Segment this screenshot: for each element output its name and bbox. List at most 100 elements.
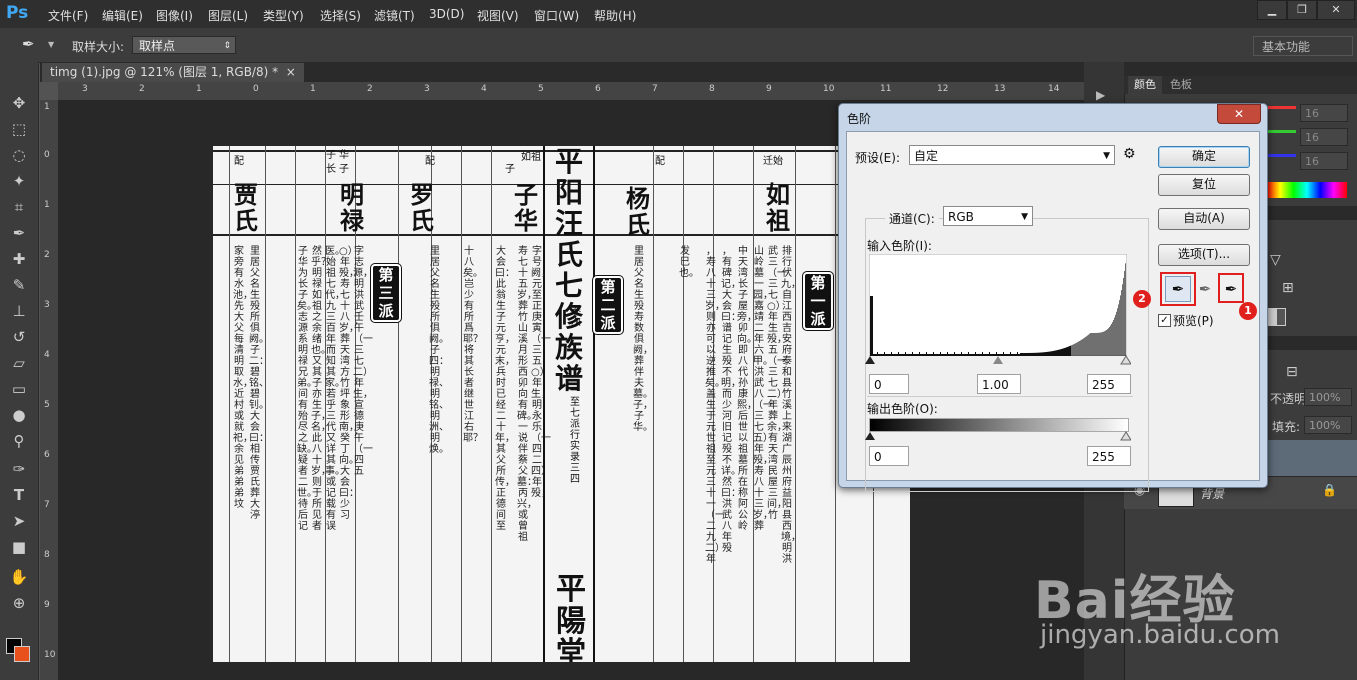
red-slider[interactable] bbox=[1268, 106, 1296, 109]
lasso-tool-icon[interactable]: ◌ bbox=[8, 144, 30, 166]
histogram-bar bbox=[1092, 332, 1093, 356]
opacity-field[interactable]: 100% bbox=[1304, 388, 1352, 406]
histogram-bar bbox=[1097, 332, 1098, 356]
green-slider[interactable] bbox=[1268, 130, 1296, 133]
magic-wand-tool-icon[interactable]: ✦ bbox=[8, 170, 30, 192]
small-label: 子 bbox=[505, 164, 515, 175]
document-tab[interactable]: timg (1).jpg @ 121% (图层 1, RGB/8) * × bbox=[42, 63, 304, 82]
output-white-field[interactable]: 255 bbox=[1087, 446, 1131, 466]
red-value-field[interactable]: 16 bbox=[1300, 104, 1348, 122]
badge-first-generation: 第一派 bbox=[802, 271, 834, 331]
menu-3d[interactable]: 3D(D) bbox=[429, 7, 464, 21]
filter-icon[interactable]: ⊟ bbox=[1286, 364, 1298, 380]
menu-file[interactable]: 文件(F) bbox=[48, 7, 88, 24]
ok-button[interactable]: 确定 bbox=[1158, 146, 1250, 168]
menu-help[interactable]: 帮助(H) bbox=[594, 7, 636, 24]
body-text: 排行伏九，自江西吉安府泰和县竹溪上来湖广辰州府益阳县西境，明洪 bbox=[781, 246, 801, 565]
type-tool-icon[interactable]: T bbox=[8, 484, 30, 506]
close-window-button[interactable]: ✕ bbox=[1317, 0, 1355, 20]
histogram-bar bbox=[1091, 332, 1092, 356]
input-white-field[interactable]: 255 bbox=[1087, 374, 1131, 394]
output-white-slider[interactable] bbox=[1120, 431, 1131, 441]
histogram-bar bbox=[1113, 320, 1114, 356]
divider bbox=[867, 396, 1133, 397]
tab-color[interactable]: 颜色 bbox=[1128, 76, 1162, 94]
triangle-icon[interactable]: ▽ bbox=[1270, 252, 1281, 268]
chevron-down-icon: ▼ bbox=[1021, 212, 1028, 222]
histogram-bar bbox=[1089, 333, 1090, 356]
blue-value-field[interactable]: 16 bbox=[1300, 152, 1348, 170]
color-spectrum[interactable] bbox=[1267, 182, 1347, 198]
small-label: 配 bbox=[655, 156, 665, 167]
divider bbox=[461, 146, 462, 662]
small-label: 迁始 bbox=[763, 156, 783, 167]
preset-select[interactable]: 自定 ▼ bbox=[909, 145, 1115, 165]
ruler-label: 1 bbox=[310, 84, 316, 94]
input-black-field[interactable]: 0 bbox=[869, 374, 909, 394]
marquee-tool-icon[interactable]: ⬚ bbox=[8, 118, 30, 140]
black-point-slider[interactable] bbox=[865, 356, 875, 364]
options-button[interactable]: 选项(T)... bbox=[1158, 244, 1250, 266]
gamma-slider[interactable] bbox=[993, 356, 1003, 364]
menu-layer[interactable]: 图层(L) bbox=[208, 7, 248, 24]
preview-checkbox[interactable]: ✓ bbox=[1158, 314, 1171, 327]
pen-tool-icon[interactable]: ✑ bbox=[8, 458, 30, 480]
histogram-bar bbox=[1120, 295, 1121, 356]
set-gray-point-eyedropper-icon[interactable]: ✒ bbox=[1193, 277, 1217, 301]
background-color-swatch[interactable] bbox=[14, 646, 30, 662]
histogram-bar bbox=[1102, 332, 1103, 356]
gradient-tool-icon[interactable]: ▭ bbox=[8, 378, 30, 400]
minimize-button[interactable]: ▁ bbox=[1257, 0, 1287, 20]
menu-image[interactable]: 图像(I) bbox=[156, 7, 193, 24]
auto-button[interactable]: 自动(A) bbox=[1158, 208, 1250, 230]
green-value-field[interactable]: 16 bbox=[1300, 128, 1348, 146]
name-yang: 杨氏 bbox=[626, 184, 650, 239]
menu-view[interactable]: 视图(V) bbox=[477, 7, 519, 24]
gear-icon[interactable]: ⚙ bbox=[1123, 146, 1136, 162]
blur-tool-icon[interactable]: ● bbox=[8, 404, 30, 426]
menu-edit[interactable]: 编辑(E) bbox=[102, 7, 143, 24]
input-gamma-field[interactable]: 1.00 bbox=[977, 374, 1021, 394]
path-select-tool-icon[interactable]: ➤ bbox=[8, 510, 30, 532]
move-tool-icon[interactable]: ✥ bbox=[8, 92, 30, 114]
preview-label: 预览(P) bbox=[1173, 314, 1214, 328]
ruler-label: 1 bbox=[44, 102, 50, 112]
histogram-bar bbox=[1110, 325, 1111, 356]
dialog-close-button[interactable]: ✕ bbox=[1217, 104, 1261, 124]
healing-tool-icon[interactable]: ✚ bbox=[8, 248, 30, 270]
menu-filter[interactable]: 滤镜(T) bbox=[374, 7, 415, 24]
body-text: 武三（一三七○）年生殁，五（一三七二）年葬余，有天湾民屋三间，竹 bbox=[767, 246, 787, 521]
chevron-down-icon[interactable]: ▼ bbox=[48, 40, 54, 49]
reset-button[interactable]: 复位 bbox=[1158, 174, 1250, 196]
shape-tool-icon[interactable]: ■ bbox=[8, 536, 30, 558]
close-tab-icon[interactable]: × bbox=[286, 65, 296, 79]
menu-window[interactable]: 窗口(W) bbox=[534, 7, 579, 24]
hand-tool-icon[interactable]: ✋ bbox=[8, 566, 30, 588]
grid-icon[interactable]: ⊞ bbox=[1282, 280, 1294, 296]
menu-type[interactable]: 类型(Y) bbox=[263, 7, 304, 24]
white-point-slider[interactable] bbox=[1120, 355, 1131, 365]
sample-size-select[interactable]: 取样点 ⇕ bbox=[132, 36, 236, 54]
histogram-bar bbox=[1095, 332, 1096, 356]
crop-tool-icon[interactable]: ⌗ bbox=[8, 196, 30, 218]
output-black-slider[interactable] bbox=[865, 432, 875, 440]
history-brush-icon[interactable]: ↺ bbox=[8, 326, 30, 348]
channel-select[interactable]: RGB ▼ bbox=[943, 206, 1033, 226]
dodge-tool-icon[interactable]: ⚲ bbox=[8, 430, 30, 452]
eyedropper-tool-icon[interactable]: ✒ bbox=[8, 222, 30, 244]
fill-field[interactable]: 100% bbox=[1304, 416, 1352, 434]
tab-swatches[interactable]: 色板 bbox=[1164, 76, 1198, 94]
menu-select[interactable]: 选择(S) bbox=[320, 7, 361, 24]
stamp-tool-icon[interactable]: ⊥ bbox=[8, 300, 30, 322]
document-image[interactable]: 配 子华 长子 配 如祖 子 配 迁始 贾氏 明禄 罗氏 子华 杨氏 如祖 平阳… bbox=[213, 146, 910, 662]
output-black-field[interactable]: 0 bbox=[869, 446, 909, 466]
mask-icon[interactable] bbox=[1268, 308, 1286, 326]
brush-tool-icon[interactable]: ✎ bbox=[8, 274, 30, 296]
restore-button[interactable]: ❐ bbox=[1287, 0, 1317, 20]
workspace-select[interactable]: 基本功能 bbox=[1253, 36, 1353, 56]
blue-slider[interactable] bbox=[1268, 154, 1296, 157]
eraser-tool-icon[interactable]: ▱ bbox=[8, 352, 30, 374]
play-icon[interactable]: ▶ bbox=[1096, 88, 1105, 102]
zoom-tool-icon[interactable]: ⊕ bbox=[8, 592, 30, 614]
eyedropper-icon[interactable]: ✒ bbox=[22, 35, 35, 53]
